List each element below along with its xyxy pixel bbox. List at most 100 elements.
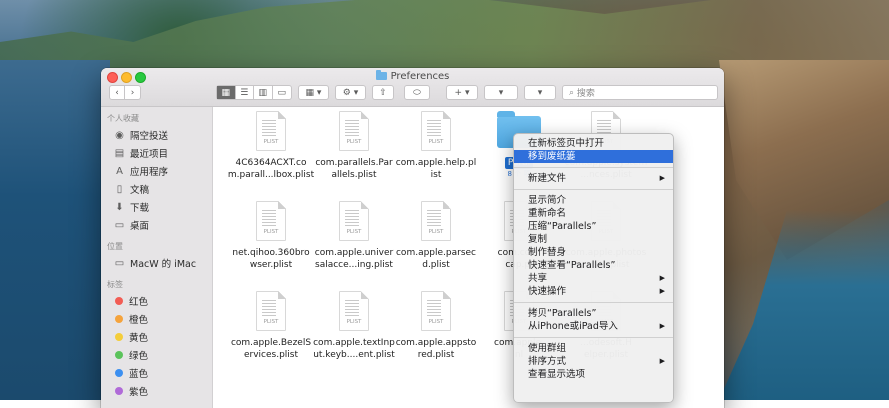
file-name-line: wser.plist <box>249 260 293 270</box>
context-menu-item-0[interactable]: 在新标签页中打开 <box>514 137 673 150</box>
file-type-badge: PLIST <box>263 319 279 325</box>
context-menu-item-5[interactable]: 压缩“Parallels” <box>514 220 673 233</box>
file-type-badge: PLIST <box>428 139 444 145</box>
forward-button[interactable]: › <box>125 86 140 99</box>
sidebar-item-label: 最近项目 <box>130 149 169 160</box>
sidebar-tag-1[interactable]: 橙色 <box>101 310 212 328</box>
context-menu-item-12[interactable]: 从iPhone或iPad导入 ▶ <box>514 320 673 333</box>
menu-item-label: 新建文件 <box>528 173 567 184</box>
menu-item-label: 在新标签页中打开 <box>528 138 605 149</box>
icon-view-button[interactable]: ▦ <box>217 86 236 99</box>
share-icon: ⇧ <box>379 87 387 98</box>
plist-file-icon: PLIST <box>339 111 369 151</box>
sidebar-tag-4[interactable]: 蓝色 <box>101 364 212 382</box>
sidebar-item-label: 应用程序 <box>130 167 169 178</box>
path-dropdown-button[interactable]: ▾ <box>524 85 556 100</box>
sidebar-item-label: 下载 <box>130 203 150 214</box>
share-button[interactable]: ⇧ <box>372 85 394 100</box>
file-name-line: net.qihoo.360bro <box>232 248 310 258</box>
file-type-badge: PLIST <box>428 319 444 325</box>
plist-file-icon: PLIST <box>421 201 451 241</box>
context-menu-item-13[interactable]: 使用群组 <box>514 342 673 355</box>
action-button[interactable]: ⚙ ▾ <box>335 85 366 100</box>
context-menu-item-10[interactable]: 快速操作 ▶ <box>514 285 673 298</box>
context-menu-item-7[interactable]: 制作替身 <box>514 246 673 259</box>
sidebar-tag-3[interactable]: 绿色 <box>101 346 212 364</box>
file-item[interactable]: PLIST 4C6364ACXT.co m.parall...lbox.plist <box>223 111 319 181</box>
plus-icon: + <box>454 87 463 98</box>
file-name-line: com.apple.appsto <box>395 338 477 348</box>
file-item[interactable]: PLIST com.apple.parsec d.plist <box>388 201 484 271</box>
file-name-line: com.apple.BezelS <box>230 338 312 348</box>
context-menu-item-8[interactable]: 快速查看“Parallels” <box>514 259 673 272</box>
recents-icon: ▤ <box>114 147 125 159</box>
chevron-down-icon: ▾ <box>537 87 543 98</box>
sidebar-tag-label: 蓝色 <box>129 369 149 380</box>
menu-separator <box>514 337 673 338</box>
sidebar-tag-5[interactable]: 紫色 <box>101 382 212 400</box>
sidebar-item-favorites-1[interactable]: ▤ 最近项目 <box>101 144 212 162</box>
context-menu-item-6[interactable]: 复制 <box>514 233 673 246</box>
context-menu-item-11[interactable]: 拷贝“Parallels” <box>514 307 673 320</box>
file-name-line: m.parall...lbox.plist <box>227 170 315 180</box>
sidebar-item-favorites-3[interactable]: ▯ 文稿 <box>101 180 212 198</box>
tag-color-dot-icon <box>115 369 123 377</box>
context-menu-item-4[interactable]: 重新命名 <box>514 207 673 220</box>
group-button[interactable]: ▦ ▾ <box>298 85 329 100</box>
window-title: Preferences <box>101 70 724 82</box>
sidebar-tag-0[interactable]: 红色 <box>101 292 212 310</box>
sidebar-item-label: MacW 的 iMac <box>130 259 197 270</box>
context-menu-item-1[interactable]: 移到废纸篓 <box>514 150 673 163</box>
sidebar-item-label: 桌面 <box>130 221 150 232</box>
file-type-badge: PLIST <box>346 319 362 325</box>
gallery-view-button[interactable]: ▭ <box>273 86 291 99</box>
plist-file-icon: PLIST <box>256 111 286 151</box>
search-field[interactable]: ⌕ 搜索 <box>562 85 718 100</box>
chevron-left-icon: ‹ <box>115 87 119 98</box>
menu-item-label: 制作替身 <box>528 247 567 258</box>
title-bar[interactable]: Preferences ‹ › ▦ ☰ ▥ ▭ ▦ ▾ ⚙ ▾ ⇧ ⬭ + ▾ <box>101 68 724 107</box>
context-menu-item-14[interactable]: 排序方式 ▶ <box>514 355 673 368</box>
sidebar-item-locations-0[interactable]: ▭ MacW 的 iMac <box>101 254 212 272</box>
plist-file-icon: PLIST <box>339 291 369 331</box>
chevron-right-icon: › <box>130 87 135 98</box>
column-view-button[interactable]: ▥ <box>254 86 273 99</box>
sidebar-item-favorites-5[interactable]: ▭ 桌面 <box>101 216 212 234</box>
tag-color-dot-icon <box>115 387 123 395</box>
file-type-badge: PLIST <box>346 229 362 235</box>
add-button[interactable]: + ▾ <box>446 85 478 100</box>
file-item[interactable]: PLIST com.apple.appsto red.plist <box>388 291 484 361</box>
file-item[interactable]: PLIST com.apple.BezelS ervices.plist <box>223 291 319 361</box>
sidebar-item-favorites-0[interactable]: ◉ 隔空投送 <box>101 126 212 144</box>
sidebar-tag-2[interactable]: 黄色 <box>101 328 212 346</box>
list-icon: ☰ <box>240 87 249 98</box>
applications-icon: A <box>116 165 123 177</box>
menu-item-label: 排序方式 <box>528 356 567 367</box>
tag-button[interactable]: ⬭ <box>404 85 430 100</box>
view-mode-control: ▦ ☰ ▥ ▭ <box>216 85 292 100</box>
wallpaper-water-right <box>719 210 889 400</box>
file-item[interactable]: PLIST com.apple.help.pl ist <box>388 111 484 181</box>
tag-color-dot-icon <box>115 297 123 305</box>
file-type-badge: PLIST <box>428 229 444 235</box>
file-name-line: allels.plist <box>331 170 377 180</box>
wallpaper-ridge <box>0 0 889 70</box>
airdrop-icon: ◉ <box>115 129 124 141</box>
plist-file-icon: PLIST <box>256 291 286 331</box>
submenu-arrow-icon: ▶ <box>659 287 665 295</box>
file-name-line: com.apple.univer <box>314 248 394 258</box>
context-menu-item-15[interactable]: 查看显示选项 <box>514 368 673 381</box>
file-name: com.apple.appsto red.plist <box>388 337 484 361</box>
grid-icon: ▦ <box>221 87 230 98</box>
context-menu-item-3[interactable]: 显示简介 <box>514 194 673 207</box>
list-view-button[interactable]: ☰ <box>236 86 254 99</box>
context-menu-item-2[interactable]: 新建文件 ▶ <box>514 172 673 185</box>
file-item[interactable]: PLIST net.qihoo.360bro wser.plist <box>223 201 319 271</box>
file-name-line: com.apple.help.pl <box>395 158 477 168</box>
context-menu-item-9[interactable]: 共享 ▶ <box>514 272 673 285</box>
dropdown-button[interactable]: ▾ <box>484 85 518 100</box>
back-button[interactable]: ‹ <box>110 86 126 99</box>
sidebar-item-favorites-4[interactable]: ⬇ 下载 <box>101 198 212 216</box>
file-name-line: ist <box>430 170 442 180</box>
sidebar-item-favorites-2[interactable]: A 应用程序 <box>101 162 212 180</box>
